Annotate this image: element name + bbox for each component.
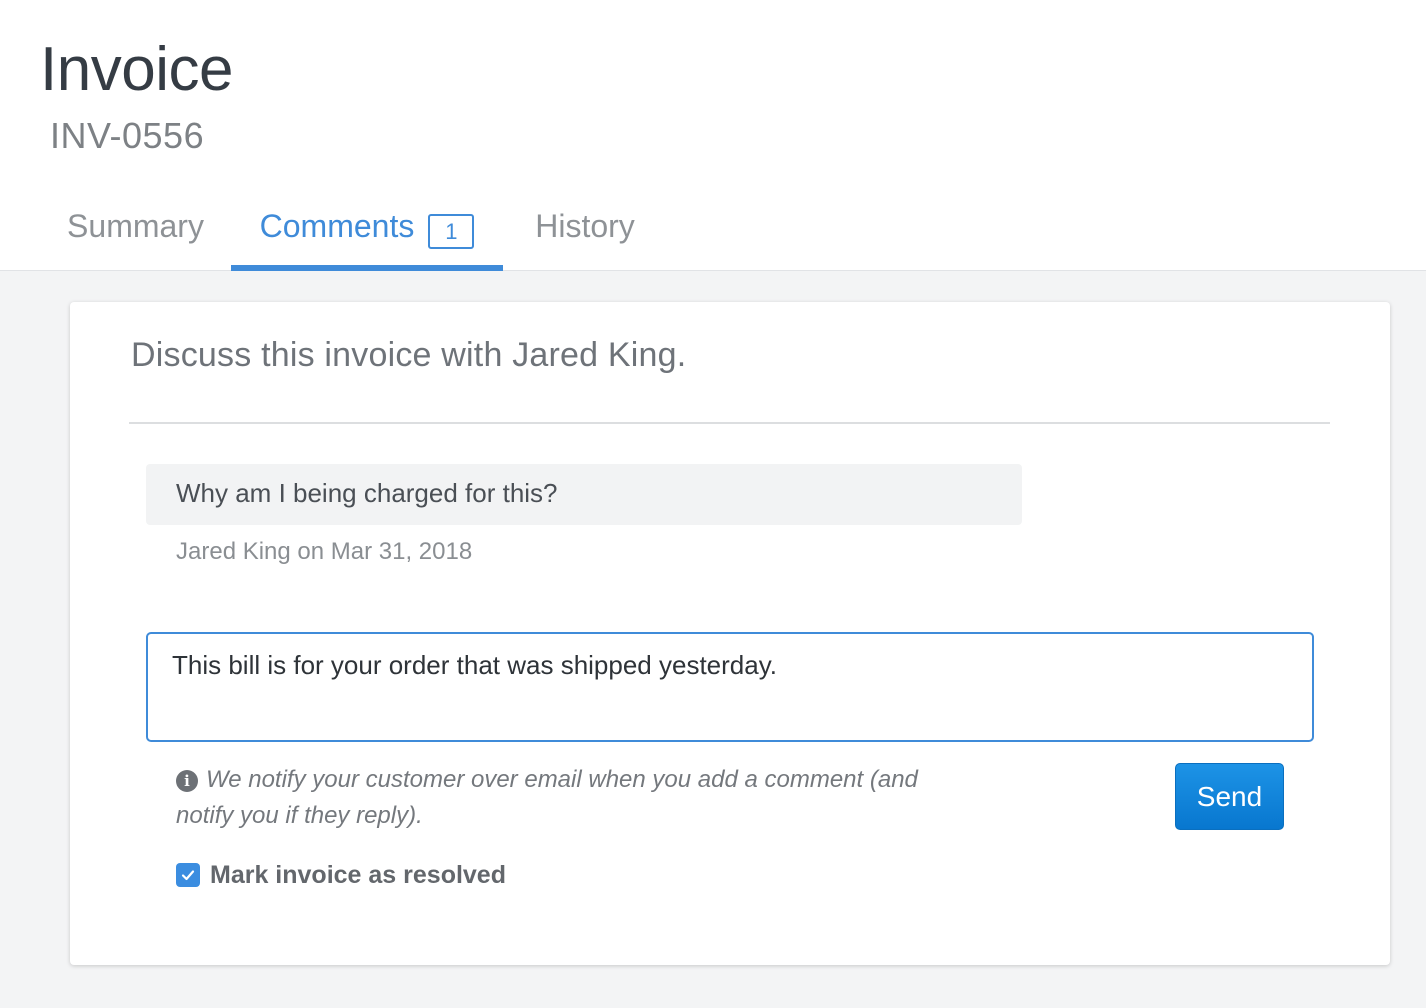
comment-bubble: Why am I being charged for this? (146, 464, 1022, 525)
comment-meta: Jared King on Mar 31, 2018 (176, 538, 473, 565)
email-notice: i We notify your customer over email when… (176, 762, 936, 834)
reply-input[interactable]: This bill is for your order that was shi… (146, 632, 1314, 742)
active-tab-indicator (231, 265, 503, 271)
email-notice-text: We notify your customer over email when … (176, 766, 918, 829)
info-icon: i (176, 770, 198, 792)
resolve-label: Mark invoice as resolved (210, 860, 506, 889)
page-header: Invoice INV-0556 Summary Comments 1 Hist… (0, 0, 1426, 271)
comments-count-badge: 1 (428, 214, 475, 249)
tab-comments[interactable]: Comments 1 (231, 188, 503, 271)
tab-summary[interactable]: Summary (40, 188, 231, 271)
tab-history-label: History (535, 208, 635, 244)
resolve-option[interactable]: Mark invoice as resolved (176, 860, 506, 890)
tab-comments-label: Comments (259, 208, 415, 244)
comments-heading: Discuss this invoice with Jared King. (131, 336, 687, 374)
send-button[interactable]: Send (1175, 763, 1284, 830)
resolve-checkbox[interactable] (176, 863, 200, 887)
page-title: Invoice (40, 35, 233, 104)
divider (129, 422, 1330, 424)
checkmark-icon (181, 870, 195, 881)
comments-card: Discuss this invoice with Jared King. Wh… (70, 302, 1390, 965)
invoice-number: INV-0556 (50, 115, 205, 156)
tab-summary-label: Summary (67, 208, 204, 244)
tab-history[interactable]: History (503, 188, 667, 271)
